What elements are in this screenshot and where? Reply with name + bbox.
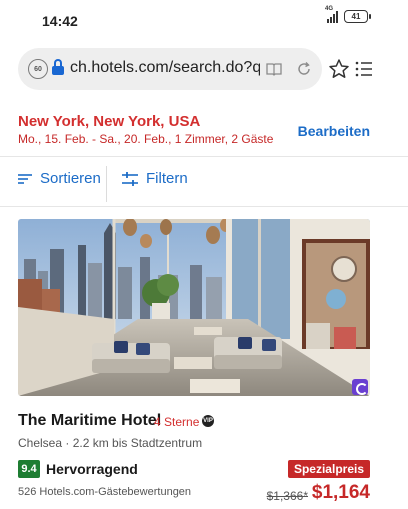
original-price: $1,366* — [266, 489, 308, 503]
battery-level: 41 — [351, 12, 361, 21]
filter-button[interactable]: Filtern — [122, 170, 188, 187]
refresh-icon[interactable] — [296, 61, 312, 77]
filter-label: Filtern — [146, 170, 188, 187]
current-price: $1,164 — [311, 482, 370, 503]
sort-filter-bar: Sortieren Filtern — [18, 164, 388, 204]
status-icons: 4G 41 — [325, 6, 371, 23]
hotel-name[interactable]: The Maritime Hotel — [18, 412, 161, 430]
toolbar-separator — [106, 166, 107, 202]
filter-sliders-icon — [122, 171, 138, 186]
status-time: 14:42 — [42, 13, 78, 29]
search-dates: Mo., 15. Feb. - Sa., 20. Feb., 1 Zimmer,… — [18, 132, 274, 146]
address-bar[interactable]: 60 ch.hotels.com/search.do?q — [18, 48, 322, 90]
sort-label: Sortieren — [40, 170, 101, 187]
search-location: New York, New York, USA — [18, 113, 201, 130]
site-logo-icon[interactable]: 60 — [28, 59, 48, 79]
bookmark-star-icon[interactable] — [328, 58, 350, 80]
sort-button[interactable]: Sortieren — [18, 170, 101, 187]
reader-mode-icon[interactable] — [266, 61, 282, 77]
review-count: 526 Hotels.com-Gästebewertungen — [18, 486, 192, 498]
vip-icon: VIP — [202, 415, 214, 427]
divider — [0, 156, 408, 157]
network-type: 4G — [325, 5, 334, 12]
hotel-location: Chelsea · 2.2 km bis Stadtzentrum — [18, 436, 203, 450]
signal-icon: 4G — [325, 6, 338, 23]
edit-search-button[interactable]: Bearbeiten — [298, 123, 370, 139]
url-text[interactable]: ch.hotels.com/search.do?q — [70, 59, 260, 77]
guest-score-badge: 9.4 — [18, 460, 40, 478]
status-bar: 14:42 4G 41 — [0, 0, 408, 36]
hotel-star-rating: 4 Sterne — [154, 415, 200, 429]
lock-icon[interactable] — [52, 59, 64, 76]
hotel-card[interactable]: The Maritime Hotel 4 Sterne VIP Chelsea … — [18, 219, 370, 509]
vip-access-badge-icon — [352, 379, 368, 395]
battery-icon: 41 — [344, 10, 371, 23]
hotel-photo[interactable] — [18, 219, 370, 396]
divider — [0, 206, 408, 207]
search-summary: New York, New York, USA Mo., 15. Feb. - … — [18, 106, 390, 152]
special-price-badge: Spezialpreis — [287, 460, 370, 478]
sort-icon — [18, 173, 32, 184]
guest-score-label: Hervorragend — [46, 461, 138, 477]
browser-menu-icon[interactable] — [355, 60, 373, 78]
